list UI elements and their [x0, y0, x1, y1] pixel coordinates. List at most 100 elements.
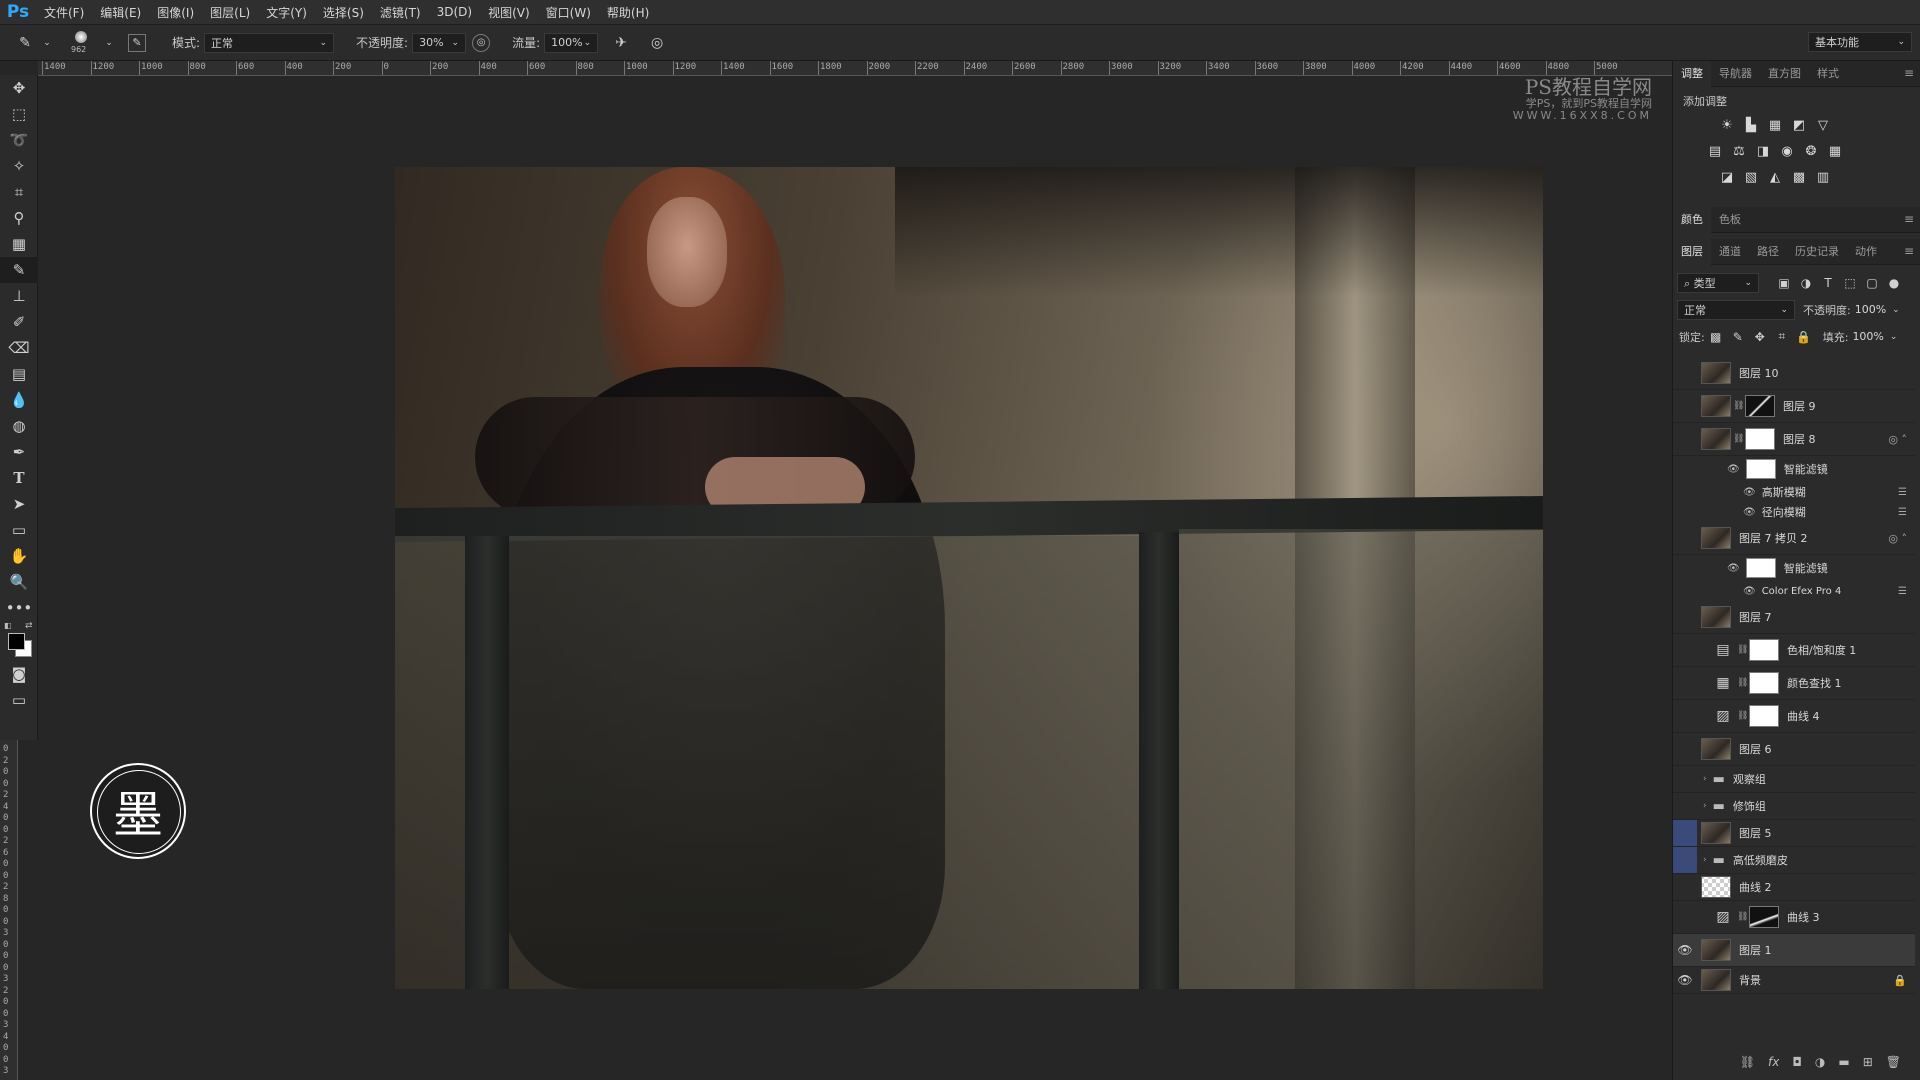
menu-3d[interactable]: 3D(D): [429, 5, 480, 19]
visibility-toggle[interactable]: [1673, 793, 1697, 819]
layer-mask-thumbnail[interactable]: [1745, 395, 1775, 417]
filter-adjustment-icon[interactable]: ◑: [1795, 276, 1817, 290]
hue-saturation-icon[interactable]: ▤: [1703, 141, 1727, 161]
chevron-right-icon[interactable]: ›: [1703, 774, 1707, 784]
tab-paths[interactable]: 路径: [1749, 239, 1787, 265]
quick-mask-icon[interactable]: ◙: [0, 661, 38, 687]
group-row[interactable]: › ▬ 修饰组: [1673, 793, 1915, 820]
curves-icon[interactable]: ▦: [1763, 115, 1787, 135]
pressure-size-icon[interactable]: ◎: [646, 32, 668, 54]
gradient-map-icon[interactable]: ▥: [1811, 167, 1835, 187]
tab-histogram[interactable]: 直方图: [1760, 61, 1809, 87]
eye-icon[interactable]: 👁: [1743, 507, 1756, 518]
visibility-toggle[interactable]: [1673, 700, 1697, 732]
visibility-toggle[interactable]: [1673, 901, 1697, 933]
new-adjustment-icon[interactable]: ◑: [1815, 1055, 1825, 1069]
airbrush-icon[interactable]: ✈: [610, 32, 632, 54]
quick-select-tool-icon[interactable]: ✧: [0, 153, 38, 179]
chevron-down-icon[interactable]: ⌄: [1890, 332, 1898, 342]
pen-tool-icon[interactable]: ✒: [0, 439, 38, 465]
move-tool-icon[interactable]: ✥: [0, 75, 38, 101]
layer-opacity-value[interactable]: 100%: [1855, 303, 1886, 316]
chevron-right-icon[interactable]: ›: [1703, 855, 1707, 865]
eye-icon[interactable]: 👁: [1673, 934, 1697, 966]
marquee-tool-icon[interactable]: ⬚: [0, 101, 38, 127]
canvas-area[interactable]: PS教程自学网 学PS，就到PS教程自学网 WWW.16XX8.COM 墨: [38, 76, 1672, 1080]
levels-icon[interactable]: ▙: [1739, 115, 1763, 135]
visibility-toggle[interactable]: [1673, 601, 1697, 633]
color-balance-icon[interactable]: ⚖: [1727, 141, 1751, 161]
color-swatches[interactable]: ◧ ⇄: [0, 621, 38, 661]
layer-row[interactable]: ⛓ 图层 8 ◎ ˄: [1673, 423, 1915, 456]
layer-row[interactable]: 图层 7: [1673, 601, 1915, 634]
lock-artboard-icon[interactable]: ⌗: [1771, 329, 1793, 344]
layer-row[interactable]: ▦ ⛓ 颜色查找 1: [1673, 667, 1915, 700]
trash-icon[interactable]: 🗑: [1886, 1055, 1901, 1069]
selective-color-icon[interactable]: ▩: [1787, 167, 1811, 187]
invert-icon[interactable]: ◪: [1715, 167, 1739, 187]
type-tool-icon[interactable]: T: [0, 465, 38, 491]
eraser-tool-icon[interactable]: ⌫: [0, 335, 38, 361]
screen-mode-icon[interactable]: ▭: [0, 687, 38, 713]
posterize-icon[interactable]: ▧: [1739, 167, 1763, 187]
filter-type-icon[interactable]: T: [1817, 276, 1839, 290]
layer-row[interactable]: 👁 背景 🔒: [1673, 967, 1915, 994]
more-tools-icon[interactable]: •••: [0, 595, 38, 621]
tab-styles[interactable]: 样式: [1809, 61, 1847, 87]
eyedropper-tool-icon[interactable]: ⚲: [0, 205, 38, 231]
menu-image[interactable]: 图像(I): [149, 4, 202, 21]
new-group-icon[interactable]: ▬: [1838, 1055, 1849, 1069]
layer-row[interactable]: 👁 图层 1: [1673, 934, 1915, 967]
blur-tool-icon[interactable]: 💧: [0, 387, 38, 413]
filter-row[interactable]: 👁 高斯模糊 ☰: [1673, 482, 1915, 502]
chevron-down-icon[interactable]: ⌄: [1892, 305, 1900, 315]
workspace-select[interactable]: 基本功能 ⌄: [1808, 32, 1912, 52]
panel-menu-icon[interactable]: ≡: [1904, 66, 1914, 80]
threshold-icon[interactable]: ◭: [1763, 167, 1787, 187]
pressure-opacity-icon[interactable]: ◎: [472, 33, 491, 52]
visibility-toggle[interactable]: [1673, 874, 1697, 900]
path-selection-tool-icon[interactable]: ➤: [0, 491, 38, 517]
black-white-icon[interactable]: ◨: [1751, 141, 1775, 161]
brush-panel-toggle-icon[interactable]: ✎: [128, 33, 146, 52]
eye-icon[interactable]: 👁: [1743, 586, 1756, 597]
clone-stamp-tool-icon[interactable]: ⊥: [0, 283, 38, 309]
layer-mask-thumbnail[interactable]: [1749, 705, 1779, 727]
new-layer-icon[interactable]: ⊞: [1863, 1055, 1873, 1069]
tab-channels[interactable]: 通道: [1711, 239, 1749, 265]
document-photo[interactable]: [395, 167, 1543, 989]
filter-toggle-icon[interactable]: ●: [1883, 276, 1905, 290]
link-layers-icon[interactable]: ⛓: [1740, 1055, 1755, 1069]
visibility-toggle[interactable]: [1673, 634, 1697, 666]
filter-pixel-icon[interactable]: ▣: [1773, 276, 1795, 290]
filter-shape-icon[interactable]: ⬚: [1839, 276, 1861, 290]
tab-color[interactable]: 颜色: [1673, 206, 1711, 233]
blend-mode-select[interactable]: 正常 ⌄: [1677, 299, 1795, 320]
default-colors-icon[interactable]: ◧: [4, 621, 12, 630]
lock-image-icon[interactable]: ✎: [1727, 330, 1749, 344]
visibility-toggle[interactable]: [1673, 820, 1697, 846]
filter-row[interactable]: 👁 径向模糊 ☰: [1673, 502, 1915, 522]
layer-row[interactable]: ▨ ⛓ 曲线 4: [1673, 700, 1915, 733]
fill-value[interactable]: 100%: [1852, 330, 1883, 343]
add-mask-icon[interactable]: ◘: [1792, 1055, 1802, 1069]
eye-icon[interactable]: 👁: [1743, 487, 1756, 498]
photo-filter-icon[interactable]: ◉: [1775, 141, 1799, 161]
tab-layers[interactable]: 图层: [1673, 238, 1711, 265]
menu-select[interactable]: 选择(S): [315, 4, 372, 21]
smart-filter-mask[interactable]: [1745, 459, 1776, 479]
layer-row[interactable]: ▨ ⛓ 曲线 3: [1673, 901, 1915, 934]
visibility-toggle[interactable]: [1673, 847, 1697, 873]
filter-row[interactable]: 👁 Color Efex Pro 4 ☰: [1673, 581, 1915, 601]
smart-filter-mask[interactable]: [1745, 558, 1776, 578]
layer-row[interactable]: 图层 7 拷贝 2 ◎ ˄: [1673, 522, 1915, 555]
foreground-color[interactable]: [8, 633, 25, 650]
dodge-tool-icon[interactable]: ◍: [0, 413, 38, 439]
filter-options-icon[interactable]: ☰: [1898, 507, 1907, 518]
zoom-tool-icon[interactable]: 🔍: [0, 569, 38, 595]
crop-tool-icon[interactable]: ⌗: [0, 179, 38, 205]
tab-history[interactable]: 历史记录: [1787, 239, 1847, 265]
color-lookup-icon[interactable]: ▦: [1823, 141, 1847, 161]
group-row[interactable]: › ▬ 高低频磨皮: [1673, 847, 1915, 874]
panel-menu-icon[interactable]: ≡: [1904, 244, 1914, 258]
